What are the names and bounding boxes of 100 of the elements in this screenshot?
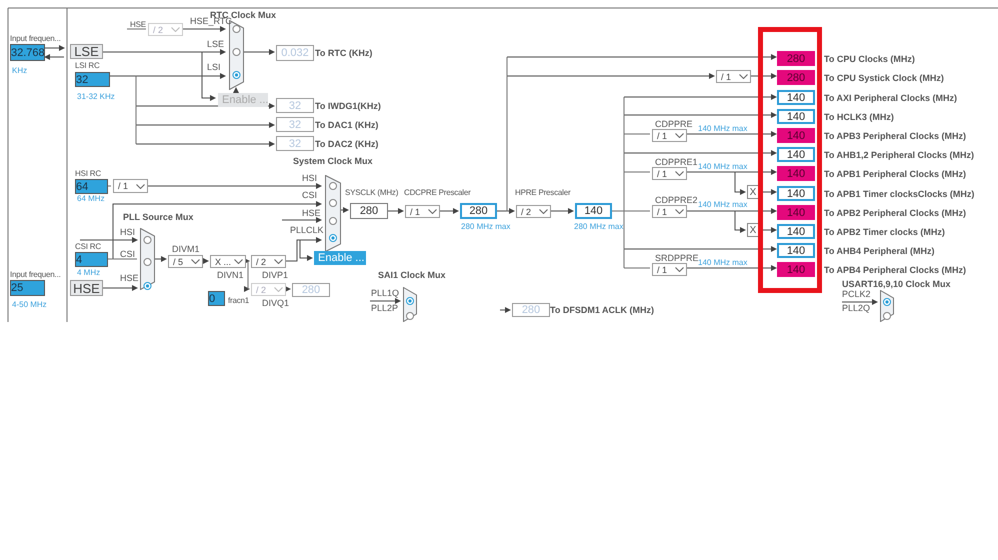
frequency-output: 140 [777,109,815,124]
frequency-output: 140 [777,205,815,220]
prescaler-dropdown[interactable]: / 1 [652,263,687,276]
mux-input-label: LSE [207,39,224,49]
diagram-label: SYSCLK (MHz) [345,188,398,198]
frequency-input[interactable]: 4 [75,252,108,267]
field-caption: Input frequen... [10,270,61,280]
output-label: To DFSDM1 ACLK (MHz) [550,305,654,315]
multiplexer-drawing[interactable] [880,290,894,322]
max-frequency-note: 280 MHz max [574,222,624,232]
mux-input-label: HSI [302,173,318,183]
frequency-output: 32 [276,98,314,113]
frequency-input[interactable]: 25 [10,280,45,296]
output-label: To CPU Systick Clock (MHz) [824,72,944,82]
prescaler-dropdown[interactable]: / 2 [516,205,551,218]
oscillator-block: HSE [70,280,103,296]
oscillator-block: LSE [70,44,103,59]
prescaler-caption: CDPPRE2 [655,195,698,205]
frequency-output: 32 [276,136,314,151]
output-label: To IWDG1(KHz) [315,100,381,110]
multiplier-block: X [747,185,759,199]
multiplexer-drawing[interactable] [140,228,155,290]
multiplexer-drawing[interactable] [403,287,417,322]
multiplexer-drawing[interactable] [325,175,341,252]
caret-icon [675,171,684,176]
output-label: To AHB4 Peripheral (MHz) [824,246,935,256]
mux-input-label: PLLCLK [290,225,324,235]
caret-icon [136,184,145,188]
frequency-output: 280 [350,203,388,219]
mux-input-label: HSI [120,227,136,237]
output-label: To APB1 Timer clocksClocks (MHz) [824,188,974,198]
mux-input-label: PLL1Q [371,288,400,298]
field-caption: HSI RC [75,169,101,179]
range-label: 4-50 MHz [12,300,47,310]
frequency-output: 140 [777,186,815,201]
caret-icon [274,259,283,264]
frequency-output: 140 [777,262,815,277]
mux-input-label: LSI [207,62,221,72]
prescaler-caption: DIVM1 [172,244,200,254]
caret-icon [428,209,437,214]
diagram-label: HSE [130,20,146,30]
frequency-input[interactable]: 32.768 [10,44,45,61]
prescaler-caption: CDPPRE1 [655,157,698,167]
mux-title: SAI1 Clock Mux [378,270,446,280]
range-label: 4 MHz [77,268,100,278]
frequency-input[interactable]: 32 [75,72,110,87]
caret-icon [675,133,684,138]
output-label: To HCLK3 (MHz) [824,112,894,122]
prescaler-dropdown[interactable]: / 1 [652,205,687,218]
frequency-input[interactable]: 0 [208,291,225,306]
caret-icon [739,74,748,79]
field-caption: Input frequen... [10,34,61,44]
mux-input-label: HSE [302,208,321,218]
output-label: To DAC1 (KHz) [315,120,378,130]
caret-icon [675,209,684,214]
frequency-output: 280 [777,70,815,85]
prescaler-dropdown[interactable]: X ... [210,255,246,268]
frequency-output: 140 [777,147,815,162]
max-frequency-note: 140 MHz max [698,200,748,210]
caret-icon [234,259,243,264]
field-caption: LSI RC [75,61,100,71]
frequency-input[interactable]: 64 [75,179,108,194]
mux-input-label: PLL2Q [842,303,870,313]
mux-title: PLL Source Mux [123,212,194,222]
prescaler-dropdown[interactable]: / 1 [652,167,687,180]
prescaler-dropdown[interactable]: / 1 [716,70,751,83]
frequency-output: 280 [512,303,550,317]
range-label: 64 MHz [77,194,105,204]
mux-input-label: PLL2P [371,303,398,313]
output-label: To CPU Clocks (MHz) [824,54,915,64]
caret-icon [191,259,200,264]
prescaler-dropdown[interactable]: / 1 [652,129,687,142]
mux-title: System Clock Mux [293,156,373,166]
max-frequency-note: 140 MHz max [698,162,748,172]
frequency-output: 280 [777,51,815,66]
output-label: To APB2 Timer clocks (MHz) [824,226,945,236]
mux-input-label: CSI [120,249,136,259]
output-label: To DAC2 (KHz) [315,138,378,148]
frequency-output: 140 [777,224,815,239]
prescaler-dropdown[interactable]: / 2 [251,255,286,268]
frequency-output: 140 [777,166,815,181]
output-label: To APB4 Peripheral Clocks (MHz) [824,264,966,274]
frequency-output: 140 [777,128,815,143]
frequency-output: 140 [777,90,815,105]
prescaler-caption: DIVQ1 [262,298,290,308]
output-label: To APB3 Peripheral Clocks (MHz) [824,130,966,140]
prescaler-dropdown[interactable]: / 5 [168,255,203,268]
max-frequency-note: 140 MHz max [698,258,748,268]
caret-icon [171,27,180,32]
mux-input-label: PCLK2 [842,289,871,299]
prescaler-caption: DIVN1 [217,270,244,280]
output-label: To APB2 Peripheral Clocks (MHz) [824,208,966,218]
max-frequency-note: 280 MHz max [461,222,510,232]
diagram-label: CDCPRE Prescaler [404,188,471,198]
caret-icon [675,267,684,272]
prescaler-dropdown[interactable]: / 1 [113,179,148,193]
mux-title: USART16,9,10 Clock Mux [842,279,951,289]
prescaler-dropdown[interactable]: / 1 [405,205,440,218]
range-label: 31-32 KHz [77,92,115,102]
diagram-label: HPRE Prescaler [515,188,570,198]
